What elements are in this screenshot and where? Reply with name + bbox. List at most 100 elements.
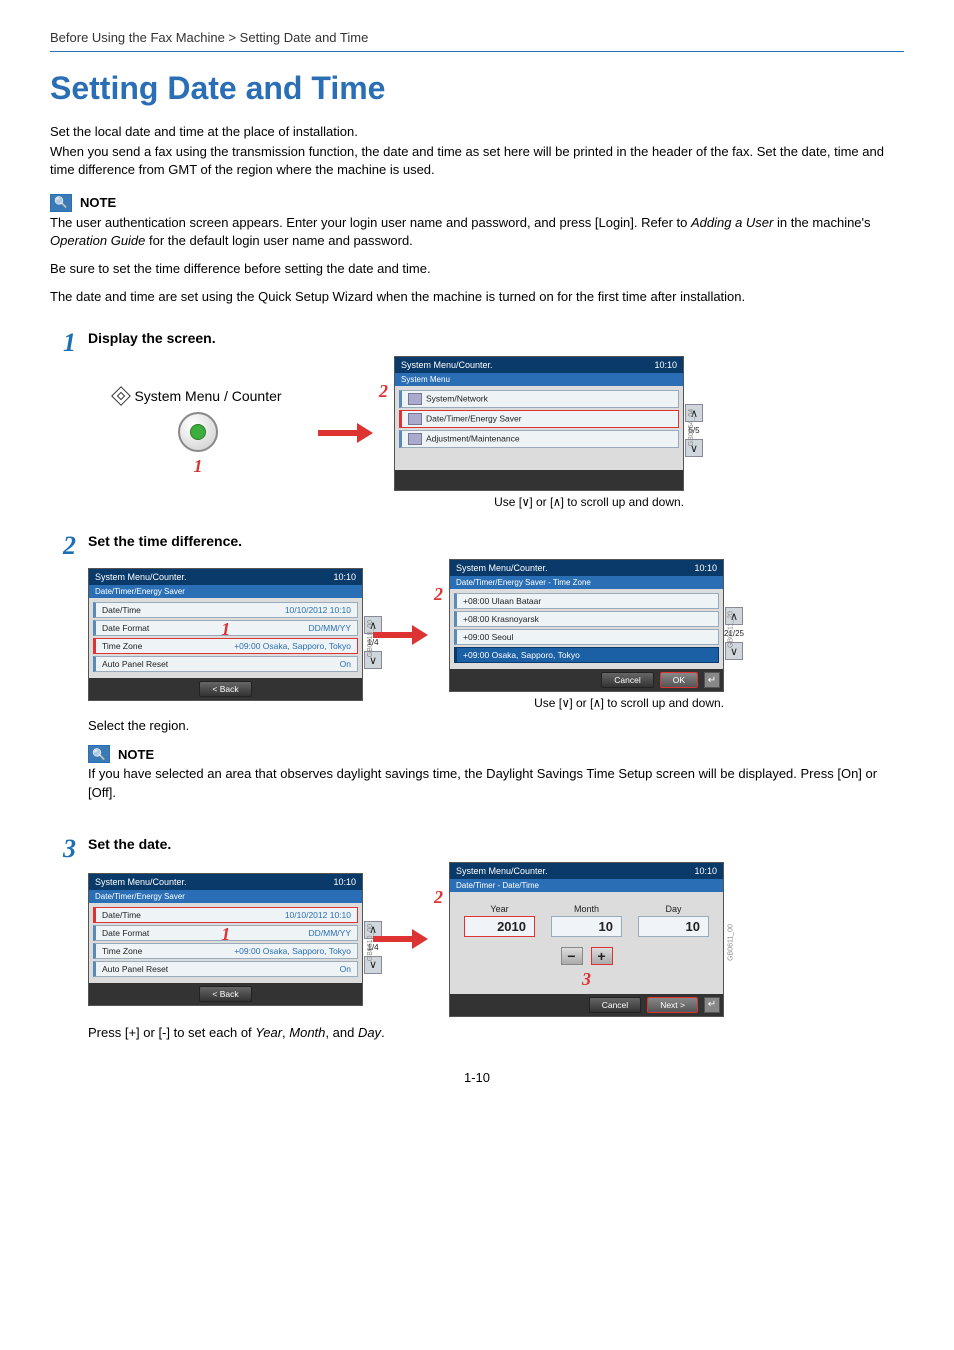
row-auto-panel-reset[interactable]: Auto Panel Reset On xyxy=(93,961,358,977)
note-icon xyxy=(88,745,110,763)
row-time-zone[interactable]: Time Zone +09:00 Osaka, Sapporo, Tokyo xyxy=(93,943,358,959)
note1-p2: Be sure to set the time difference befor… xyxy=(50,260,904,278)
step-number: 1 xyxy=(50,330,76,509)
enter-icon[interactable]: ↵ xyxy=(704,672,720,688)
figure-ref: GB0054_04 xyxy=(688,409,695,446)
figure-ref: GB0611_00 xyxy=(728,924,735,961)
hardware-round-button[interactable] xyxy=(178,412,218,452)
page-title: Setting Date and Time xyxy=(50,70,904,107)
note1-p3: The date and time are set using the Quic… xyxy=(50,288,904,306)
label: +09:00 Osaka, Sapporo, Tokyo xyxy=(463,650,580,660)
text-italic: Operation Guide xyxy=(50,233,145,248)
month-value[interactable]: 10 xyxy=(551,916,622,937)
label: Date/Timer/Energy Saver xyxy=(426,414,522,424)
enter-icon[interactable]: ↵ xyxy=(704,997,720,1013)
screen-system-menu: System Menu/Counter. 10:10 System Menu S… xyxy=(394,356,684,491)
plus-button[interactable]: + xyxy=(591,947,613,965)
cancel-button[interactable]: Cancel xyxy=(601,672,653,688)
text: ] to scroll up and down. xyxy=(601,696,724,710)
text-italic: Year xyxy=(255,1025,282,1040)
text: Use [ xyxy=(534,696,562,710)
screen-date-timer-list-2: System Menu/Counter.10:10 Date/Timer/Ene… xyxy=(88,873,363,1006)
screen-subtitle: System Menu xyxy=(395,373,683,386)
figure-ref: GB0611_20 xyxy=(728,611,735,648)
step-3-text: Press [+] or [-] to set each of Year, Mo… xyxy=(88,1025,904,1040)
value: 10/10/2012 10:10 xyxy=(285,605,351,615)
wrench-icon xyxy=(408,393,422,405)
back-button[interactable]: < Back xyxy=(199,681,251,697)
text: Use [ xyxy=(494,495,522,509)
month-label: Month xyxy=(551,904,622,914)
screen-title: System Menu/Counter. xyxy=(456,866,548,876)
tz-row-selected[interactable]: +09:00 Osaka, Sapporo, Tokyo xyxy=(454,647,719,663)
cancel-button[interactable]: Cancel xyxy=(589,997,641,1013)
screen-subtitle: Date/Timer - Date/Time xyxy=(450,879,723,892)
screen-title: System Menu/Counter. xyxy=(95,877,187,887)
row-date-format[interactable]: Date FormatDD/MM/YY 1 xyxy=(93,925,358,941)
minus-button[interactable]: − xyxy=(561,947,583,965)
page-number: 1-10 xyxy=(50,1070,904,1085)
menu-item-system-network[interactable]: System/Network xyxy=(399,390,679,408)
label: Time Zone xyxy=(102,641,142,651)
year-label: Year xyxy=(464,904,535,914)
value: DD/MM/YY xyxy=(309,928,352,938)
text: Press [+] or [-] to set each of xyxy=(88,1025,255,1040)
step-2-text: Select the region. xyxy=(88,718,904,733)
intro-p2: When you send a fax using the transmissi… xyxy=(50,143,904,179)
note1-p1: The user authentication screen appears. … xyxy=(50,214,904,250)
value: 10/10/2012 10:10 xyxy=(285,910,351,920)
button-label: System Menu / Counter xyxy=(134,388,281,404)
value: On xyxy=(340,964,351,974)
value: +09:00 Osaka, Sapporo, Tokyo xyxy=(234,641,351,651)
label: +08:00 Ulaan Bataar xyxy=(463,596,541,606)
tz-row[interactable]: +08:00 Krasnoyarsk xyxy=(454,611,719,627)
label: +09:00 Seoul xyxy=(463,632,513,642)
screen-date-timer-list: System Menu/Counter.10:10 Date/Timer/Ene… xyxy=(88,568,363,701)
label: Date/Time xyxy=(102,605,141,615)
step-2-title: Set the time difference. xyxy=(88,533,904,549)
tz-row[interactable]: +08:00 Ulaan Bataar xyxy=(454,593,719,609)
value: +09:00 Osaka, Sapporo, Tokyo xyxy=(234,946,351,956)
menu-item-adjustment[interactable]: Adjustment/Maintenance xyxy=(399,430,679,448)
screen-time-zone-list: System Menu/Counter.10:10 Date/Timer/Ene… xyxy=(449,559,724,692)
text-italic: Adding a User xyxy=(691,215,773,230)
callout-2: 2 xyxy=(379,381,388,402)
next-button[interactable]: Next > xyxy=(647,997,698,1013)
year-value[interactable]: 2010 xyxy=(464,916,535,937)
arrow-right-icon xyxy=(373,934,428,944)
menu-item-date-timer[interactable]: Date/Timer/Energy Saver xyxy=(399,410,679,428)
calendar-icon xyxy=(408,413,422,425)
system-menu-counter-button[interactable]: System Menu / Counter xyxy=(114,388,281,404)
row-date-time[interactable]: Date/Time 10/10/2012 10:10 xyxy=(93,602,358,618)
ok-button[interactable]: OK xyxy=(660,672,698,688)
screen-set-date: System Menu/Counter. 10:10 Date/Timer - D… xyxy=(449,862,724,1017)
screen-clock: 10:10 xyxy=(654,360,677,370)
note2-body: If you have selected an area that observ… xyxy=(88,765,904,801)
label: Date Format xyxy=(102,928,149,938)
header-divider xyxy=(50,51,904,52)
step-number: 2 xyxy=(50,533,76,811)
callout-2: 2 xyxy=(434,584,443,605)
back-button[interactable]: < Back xyxy=(199,986,251,1002)
label: Auto Panel Reset xyxy=(102,964,168,974)
day-label: Day xyxy=(638,904,709,914)
text-italic: Month xyxy=(289,1025,325,1040)
step-number: 3 xyxy=(50,836,76,1040)
chevron-up-icon: ∧ xyxy=(593,696,600,710)
label: Time Zone xyxy=(102,946,142,956)
label: System/Network xyxy=(426,394,488,404)
label: +08:00 Krasnoyarsk xyxy=(463,614,539,624)
arrow-right-icon xyxy=(373,630,428,640)
text-italic: Day xyxy=(358,1025,381,1040)
row-date-format[interactable]: Date FormatDD/MM/YY 1 xyxy=(93,620,358,636)
tz-row[interactable]: +09:00 Seoul xyxy=(454,629,719,645)
row-date-time[interactable]: Date/Time 10/10/2012 10:10 xyxy=(93,907,358,923)
label: Date/Time xyxy=(102,910,141,920)
screen-clock: 10:10 xyxy=(694,563,717,573)
day-value[interactable]: 10 xyxy=(638,916,709,937)
row-auto-panel-reset[interactable]: Auto Panel ResetOn xyxy=(93,656,358,672)
screen-clock: 10:10 xyxy=(694,866,717,876)
text: The user authentication screen appears. … xyxy=(50,215,691,230)
callout-2: 2 xyxy=(434,887,443,908)
row-time-zone[interactable]: Time Zone +09:00 Osaka, Sapporo, Tokyo xyxy=(93,638,358,654)
